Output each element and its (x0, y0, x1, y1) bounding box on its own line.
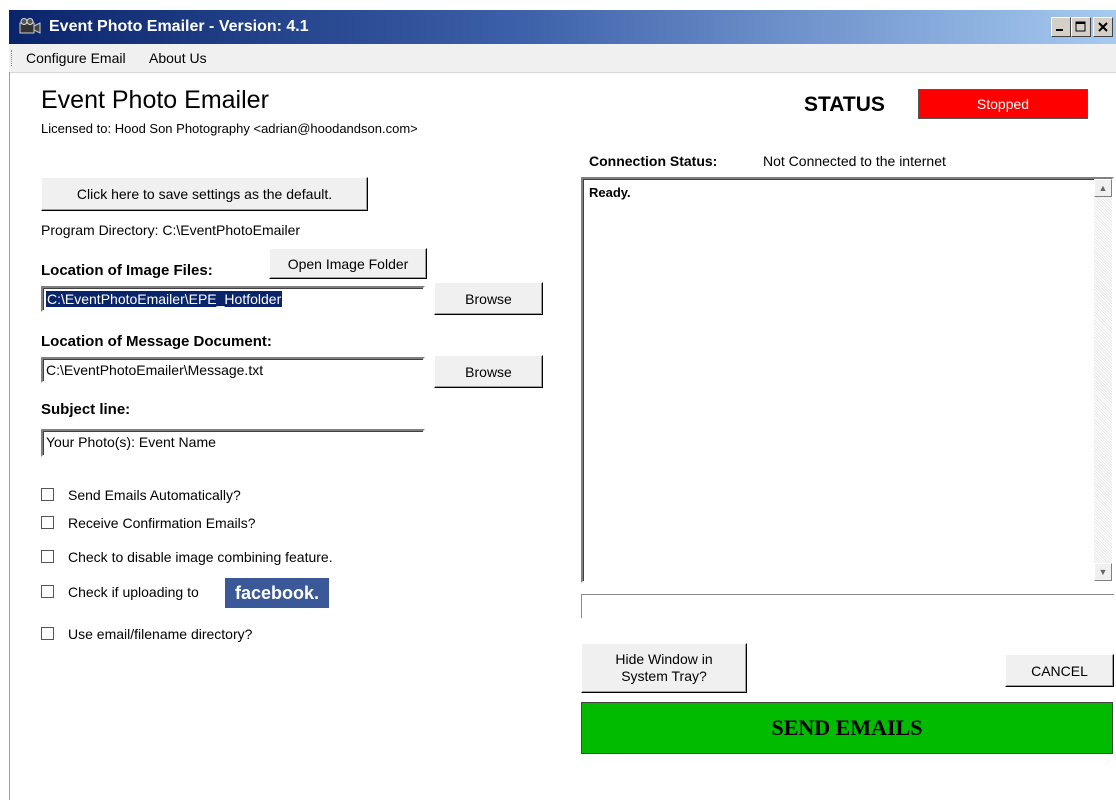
title-bar[interactable]: Event Photo Emailer - Version: 4.1 (9, 10, 1116, 44)
save-default-button[interactable]: Click here to save settings as the defau… (41, 177, 368, 211)
receive-confirm-label: Receive Confirmation Emails? (68, 515, 256, 531)
message-doc-label: Location of Message Document: (41, 333, 272, 350)
menu-about-us[interactable]: About Us (149, 50, 207, 66)
disable-combining-checkbox[interactable] (41, 550, 54, 563)
log-text: Ready. (589, 185, 631, 200)
subject-label: Subject line: (41, 401, 131, 418)
scroll-down-button[interactable]: ▼ (1094, 563, 1112, 581)
send-auto-checkbox[interactable] (41, 488, 54, 501)
progress-bar (581, 594, 1114, 618)
maximize-button[interactable] (1071, 17, 1091, 37)
scroll-up-button[interactable]: ▲ (1094, 179, 1112, 197)
disable-combining-label: Check to disable image combining feature… (68, 549, 333, 565)
open-image-folder-button[interactable]: Open Image Folder (269, 248, 427, 279)
hide-window-line2: System Tray? (621, 668, 707, 684)
send-auto-label: Send Emails Automatically? (68, 487, 241, 503)
minimize-button[interactable] (1051, 17, 1071, 37)
image-files-label: Location of Image Files: (41, 262, 213, 279)
status-label: STATUS (804, 93, 885, 116)
log-scrollbar[interactable]: ▲ ▼ (1094, 179, 1112, 581)
hide-window-button[interactable]: Hide Window in System Tray? (581, 643, 747, 693)
close-icon (1098, 22, 1108, 32)
license-text: Licensed to: Hood Son Photography <adria… (41, 121, 418, 136)
subject-input[interactable]: Your Photo(s): Event Name (41, 429, 425, 457)
app-heading: Event Photo Emailer (41, 86, 269, 114)
image-files-path-value: C:\EventPhotoEmailer\EPE_Hotfolder (46, 291, 283, 307)
hide-window-line1: Hide Window in (615, 651, 713, 667)
email-directory-label: Use email/filename directory? (68, 626, 253, 642)
log-textarea[interactable]: Ready. ▲ ▼ (581, 177, 1114, 583)
browse-image-files-button[interactable]: Browse (434, 282, 543, 315)
menu-configure-email[interactable]: Configure Email (26, 50, 126, 66)
facebook-logo: facebook. (225, 578, 329, 608)
film-camera-icon (19, 18, 41, 36)
browse-message-doc-button[interactable]: Browse (434, 355, 543, 388)
program-directory-text: Program Directory: C:\EventPhotoEmailer (41, 222, 301, 238)
status-indicator: Stopped (918, 89, 1088, 119)
window-title: Event Photo Emailer - Version: 4.1 (49, 18, 309, 35)
connection-status-value: Not Connected to the internet (763, 153, 946, 169)
app-window: Event Photo Emailer - Version: 4.1 Confi… (0, 0, 1116, 800)
close-button[interactable] (1093, 17, 1113, 37)
message-doc-path-input[interactable]: C:\EventPhotoEmailer\Message.txt (41, 357, 425, 383)
menu-grip (11, 50, 14, 66)
facebook-label: Check if uploading to (68, 584, 199, 600)
menu-bar: Configure Email About Us (9, 44, 1116, 73)
send-emails-button[interactable]: SEND EMAILS (581, 702, 1113, 754)
window-border (9, 72, 10, 800)
receive-confirm-checkbox[interactable] (41, 516, 54, 529)
cancel-button[interactable]: CANCEL (1005, 654, 1114, 687)
email-directory-checkbox[interactable] (41, 627, 54, 640)
facebook-checkbox[interactable] (41, 585, 54, 598)
image-files-path-input[interactable]: C:\EventPhotoEmailer\EPE_Hotfolder (41, 286, 425, 312)
connection-status-label: Connection Status: (589, 153, 718, 169)
